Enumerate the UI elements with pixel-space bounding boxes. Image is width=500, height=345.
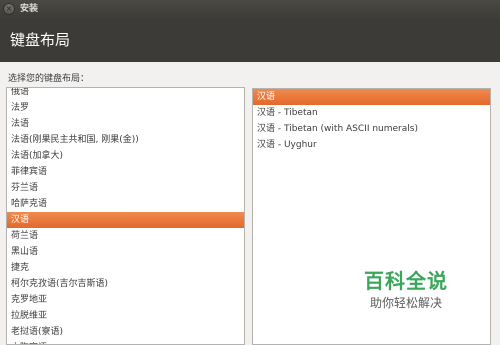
layout-list-item[interactable]: 俄语 [7, 88, 244, 100]
layout-list-item[interactable]: 法语(加拿大) [7, 148, 244, 164]
window-title: 安装 [20, 4, 39, 14]
layout-list-item[interactable]: 芬兰语 [7, 180, 244, 196]
keyboard-variant-list[interactable]: 汉语 汉语 - Tibetan 汉语 - Tibetan (with ASCII n… [252, 88, 491, 345]
layout-list-item[interactable]: 哈萨克语 [7, 196, 244, 212]
variant-list-item[interactable]: 汉语 - Tibetan (with ASCII numerals) [253, 121, 490, 137]
layout-list-item[interactable]: 法语 [7, 116, 244, 132]
layout-list-item[interactable]: 捷克 [7, 260, 244, 276]
layout-list-item[interactable]: 拉脱维亚 [7, 308, 244, 324]
layout-list-item[interactable]: 黑山语 [7, 244, 244, 260]
layout-list-item[interactable]: 老挝语(寮语) [7, 324, 244, 340]
variant-list-item[interactable]: 汉语 - Uyghur [253, 137, 490, 153]
page-header: 键盘布局 [0, 19, 500, 62]
keyboard-layout-rows: 俄语 法罗 法语 法语(刚果民主共和国, 刚果(金)) 法语(加拿大) 菲律宾语 芬兰语 哈萨… [7, 88, 244, 344]
variant-list-item[interactable]: 汉语 [253, 89, 490, 105]
page-title: 键盘布局 [10, 31, 71, 49]
layout-list-item[interactable]: 法罗 [7, 100, 244, 116]
layout-list-item[interactable]: 荷兰语 [7, 228, 244, 244]
close-icon: × [5, 4, 13, 13]
layout-list-item[interactable]: 菲律宾语 [7, 164, 244, 180]
layout-list-item[interactable]: 汉语 [7, 212, 244, 228]
layout-list-item[interactable]: 柯尔克孜语(吉尔吉斯语) [7, 276, 244, 292]
variant-list-item[interactable]: 汉语 - Tibetan [253, 105, 490, 121]
layout-list-item[interactable]: 法语(刚果民主共和国, 刚果(金)) [7, 132, 244, 148]
layout-prompt-label: 选择您的键盘布局： [8, 74, 90, 84]
window-close-button[interactable]: × [3, 3, 15, 15]
keyboard-variant-rows: 汉语 汉语 - Tibetan 汉语 - Tibetan (with ASCII n… [253, 89, 490, 153]
layout-list-item[interactable]: 克罗地亚 [7, 292, 244, 308]
keyboard-layout-list[interactable]: 俄语 法罗 法语 法语(刚果民主共和国, 刚果(金)) 法语(加拿大) 菲律宾语 芬兰语 哈萨… [6, 87, 245, 345]
window-titlebar: × 安装 [0, 0, 500, 19]
